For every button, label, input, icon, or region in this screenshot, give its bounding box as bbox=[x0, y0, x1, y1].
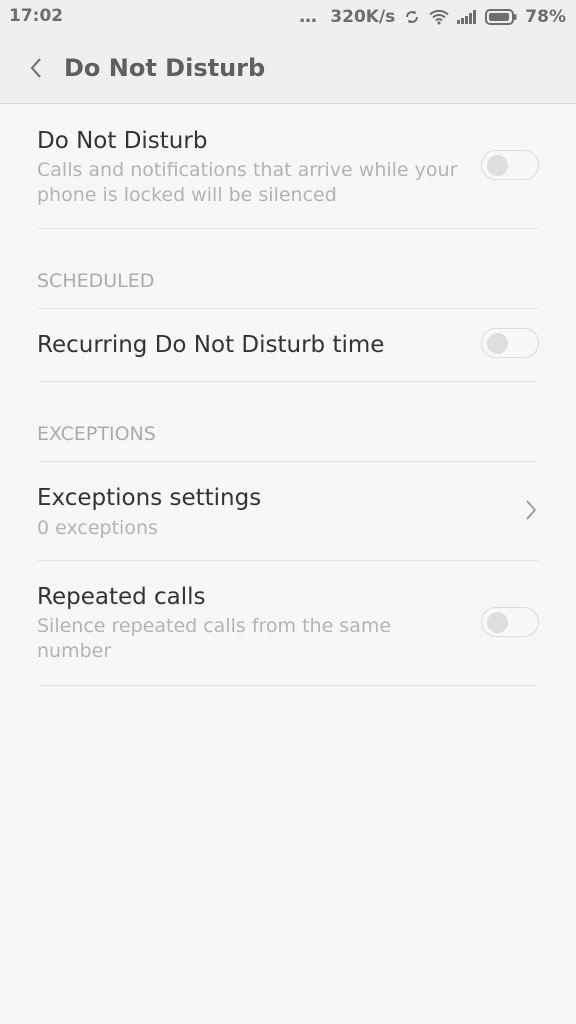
wifi-icon bbox=[429, 9, 449, 25]
recurring-title: Recurring Do Not Disturb time bbox=[37, 332, 385, 358]
repeated-calls-row[interactable]: Repeated calls Silence repeated calls fr… bbox=[37, 560, 539, 686]
status-icons: ... 320K/s 78% bbox=[299, 6, 566, 27]
back-button[interactable] bbox=[18, 50, 54, 86]
section-label-exceptions: EXCEPTIONS bbox=[37, 423, 156, 445]
toggle-knob bbox=[487, 155, 508, 176]
toggle-knob bbox=[487, 612, 508, 633]
recurring-toggle[interactable] bbox=[481, 328, 539, 358]
toggle-knob bbox=[487, 333, 508, 354]
chevron-right-icon bbox=[526, 500, 537, 520]
sync-icon bbox=[403, 8, 421, 26]
exceptions-settings-subtitle: 0 exceptions bbox=[37, 517, 158, 539]
dnd-title: Do Not Disturb bbox=[37, 128, 208, 154]
network-speed: 320K/s bbox=[330, 6, 396, 27]
recurring-row[interactable]: Recurring Do Not Disturb time bbox=[37, 308, 539, 382]
repeated-calls-subtitle: Silence repeated calls from the same num… bbox=[37, 615, 392, 662]
exceptions-settings-row[interactable]: Exceptions settings 0 exceptions bbox=[37, 461, 539, 561]
section-header-scheduled: SCHEDULED bbox=[37, 228, 539, 309]
status-bar: 17:02 ... 320K/s 78% bbox=[0, 0, 576, 34]
dnd-row[interactable]: Do Not Disturb Calls and notifications t… bbox=[37, 104, 539, 229]
battery-icon bbox=[485, 8, 517, 25]
dnd-subtitle: Calls and notifications that arrive whil… bbox=[37, 159, 458, 206]
more-dots-icon: ... bbox=[298, 6, 317, 27]
exceptions-settings-title: Exceptions settings bbox=[37, 485, 262, 511]
header: Do Not Disturb bbox=[0, 34, 576, 104]
signal-icon bbox=[457, 9, 477, 24]
dnd-toggle[interactable] bbox=[481, 150, 539, 180]
page-title: Do Not Disturb bbox=[64, 54, 266, 82]
repeated-calls-title: Repeated calls bbox=[37, 584, 206, 610]
section-label-scheduled: SCHEDULED bbox=[37, 270, 155, 292]
battery-percent: 78% bbox=[525, 6, 566, 27]
status-time: 17:02 bbox=[9, 6, 64, 26]
repeated-calls-toggle[interactable] bbox=[481, 607, 539, 637]
chevron-left-icon bbox=[30, 58, 41, 78]
section-header-exceptions: EXCEPTIONS bbox=[37, 381, 539, 462]
